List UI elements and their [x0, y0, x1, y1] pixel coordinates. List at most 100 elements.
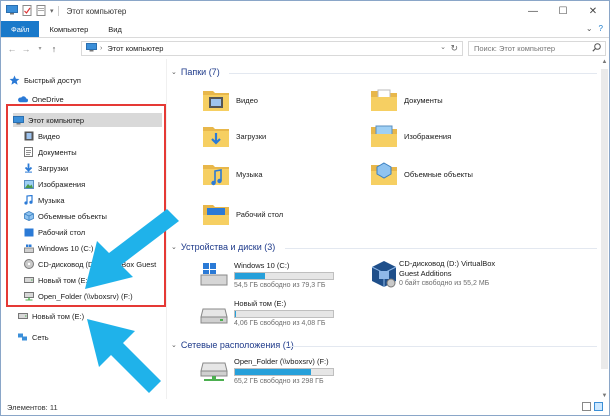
details-view-icon[interactable] [582, 402, 591, 411]
highlight-box [6, 104, 166, 307]
vertical-scrollbar[interactable]: ▲ ▼ [600, 59, 609, 399]
tab-file[interactable]: Файл [1, 21, 40, 37]
properties-icon[interactable] [22, 4, 32, 18]
folder-label: Загрузки [236, 131, 267, 141]
search-input[interactable]: Поиск: Этот компьютер [468, 41, 606, 56]
drive-tile-e[interactable]: Новый том (E:) 4,06 ГБ свободно из 4,08 … [199, 299, 349, 329]
scrollbar-thumb[interactable] [601, 69, 608, 369]
folders-group-header[interactable]: ⌄ Папки (7) [171, 67, 220, 77]
recent-locations-icon[interactable]: ▾ [33, 45, 47, 52]
folder-label: Объемные объекты [404, 169, 473, 179]
folder-label: Изображения [404, 131, 452, 141]
nav-quick-access[interactable]: Быстрый доступ [9, 73, 81, 87]
drive-icon [200, 308, 228, 324]
new-folder-icon[interactable] [36, 4, 46, 18]
nav-label: Быстрый доступ [24, 75, 81, 85]
collapse-chevron-icon[interactable]: ⌄ [171, 341, 177, 349]
drive-name-line2: Guest Additions [399, 269, 452, 278]
drive-tile-d[interactable]: CD-дисковод (D:) VirtualBox Guest Additi… [369, 259, 569, 295]
folder-label: Документы [404, 95, 443, 105]
music-folder-icon [203, 165, 229, 186]
group-separator [287, 346, 597, 347]
address-dropdown-icon[interactable]: ⌄ [440, 43, 446, 51]
drive-free-space: 4,06 ГБ свободно из 4,08 ГБ [234, 320, 326, 327]
nav-label: Сеть [32, 332, 49, 342]
folder-label: Видео [236, 95, 258, 105]
folder-tile-pictures[interactable]: Изображения [369, 121, 451, 151]
star-icon [9, 75, 20, 86]
drive-free-space: 0 байт свободно из 55,2 МБ [399, 280, 490, 287]
desktop-folder-icon [203, 205, 229, 225]
group-separator [229, 73, 597, 74]
drive-free-space: 54,5 ГБ свободно из 79,3 ГБ [234, 282, 326, 289]
downloads-folder-icon [203, 127, 229, 147]
up-arrow-icon[interactable]: ↑ [47, 44, 61, 54]
drive-icon [17, 311, 28, 322]
help-icon[interactable]: ? [599, 24, 603, 33]
network-icon [17, 332, 28, 343]
group-title: Папки (7) [180, 67, 220, 77]
quick-access-toolbar: ▾ [6, 4, 59, 18]
network-group-header[interactable]: ⌄ Сетевые расположения (1) [171, 340, 294, 350]
cloud-icon [17, 94, 28, 105]
refresh-icon[interactable]: ↻ [450, 43, 458, 54]
drive-usage-fill [235, 311, 236, 317]
folder-tile-documents[interactable]: Документы [369, 85, 443, 115]
status-bar: Элементов: 11 [1, 399, 609, 415]
nav-label: Новый том (E:) [32, 311, 85, 321]
devices-group-header[interactable]: ⌄ Устройства и диски (3) [171, 242, 275, 252]
pictures-folder-icon [371, 125, 397, 147]
toolbar-divider [57, 6, 59, 16]
folder-label: Музыка [236, 169, 263, 179]
tab-computer[interactable]: Компьютер [39, 21, 98, 37]
collapse-chevron-icon[interactable]: ⌄ [171, 68, 177, 76]
ribbon-tabs: Файл Компьютер Вид ⌄ ? [1, 21, 609, 38]
folder-tile-videos[interactable]: Видео [201, 85, 258, 115]
back-arrow-icon[interactable]: ← [5, 44, 19, 54]
folder-label: Рабочий стол [236, 209, 284, 219]
item-count: Элементов: 11 [7, 402, 58, 412]
drive-free-space: 65,2 ГБ свободно из 298 ГБ [234, 378, 324, 385]
address-bar[interactable]: › Этот компьютер ⌄ ↻ [81, 41, 463, 56]
drive-name: Windows 10 (C:) [234, 261, 290, 270]
nav-label: OneDrive [32, 94, 64, 104]
customize-toolbar-icon[interactable]: ▾ [50, 7, 54, 15]
nav-network[interactable]: Сеть [17, 330, 49, 344]
folder-tile-3d-objects[interactable]: Объемные объекты [369, 159, 473, 189]
drive-usage-bar [234, 310, 334, 318]
windows-drive-icon [200, 263, 228, 286]
drive-usage-bar [234, 368, 334, 376]
drive-name: CD-дисковод (D:) VirtualBox [399, 259, 496, 268]
folder-tile-music[interactable]: Музыка [201, 159, 263, 189]
computer-icon [86, 43, 97, 54]
group-title: Устройства и диски (3) [180, 242, 276, 252]
search-placeholder: Поиск: Этот компьютер [474, 44, 556, 53]
drive-usage-fill [235, 369, 312, 375]
folder-tile-desktop[interactable]: Рабочий стол [201, 199, 283, 229]
breadcrumb-this-pc[interactable]: Этот компьютер [107, 44, 163, 53]
window-title: Этот компьютер [66, 6, 127, 16]
scroll-up-icon[interactable]: ▲ [600, 59, 609, 65]
tiles-view-icon[interactable] [594, 402, 603, 411]
drive-tile-c[interactable]: Windows 10 (C:) 54,5 ГБ свободно из 79,3… [199, 261, 349, 291]
documents-folder-icon [371, 89, 397, 111]
folder-tile-downloads[interactable]: Загрузки [201, 121, 266, 151]
title-bar: ▾ Этот компьютер — ☐ ✕ [1, 1, 609, 21]
minimize-button[interactable]: — [519, 1, 547, 21]
search-icon[interactable] [592, 43, 601, 54]
address-row: ← → ▾ ↑ › Этот компьютер ⌄ ↻ Поиск: Этот… [1, 38, 609, 59]
drive-name: Новый том (E:) [234, 299, 287, 308]
collapse-chevron-icon[interactable]: ⌄ [171, 243, 177, 251]
pane-divider[interactable] [166, 59, 167, 399]
breadcrumb-separator-icon[interactable]: › [100, 45, 102, 52]
forward-arrow-icon[interactable]: → [19, 44, 33, 54]
network-drive-tile-f[interactable]: Open_Folder (\\vboxsrv) (F:) 65,2 ГБ сво… [199, 357, 349, 387]
nav-new-volume[interactable]: Новый том (E:) [17, 309, 84, 323]
expand-ribbon-icon[interactable]: ⌄ [586, 24, 593, 33]
close-button[interactable]: ✕ [579, 1, 607, 21]
maximize-button[interactable]: ☐ [549, 1, 577, 21]
drive-name: Open_Folder (\\vboxsrv) (F:) [234, 357, 329, 366]
group-separator [285, 248, 597, 249]
tab-view[interactable]: Вид [98, 21, 132, 37]
explorer-window: ▾ Этот компьютер — ☐ ✕ Файл Компьютер Ви… [0, 0, 610, 416]
